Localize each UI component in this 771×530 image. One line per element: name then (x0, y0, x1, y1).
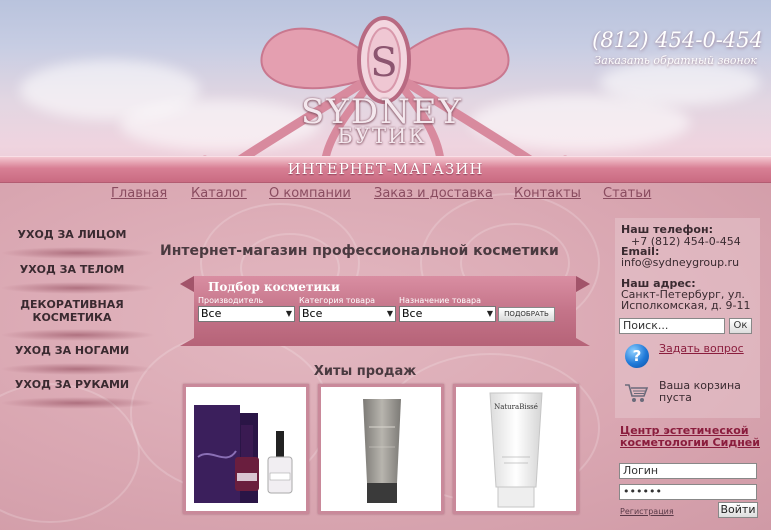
logo-subtitle: БУТИК (337, 124, 427, 148)
chevron-down-icon: ▼ (285, 309, 292, 318)
left-menu-feet[interactable]: УХОД ЗА НОГАМИ (8, 344, 136, 357)
pick-button[interactable]: ПОДОБРАТЬ (498, 307, 555, 322)
nail-polish-kit-image (194, 405, 293, 503)
page-title: Интернет-магазин профессиональной космет… (160, 243, 559, 259)
nav-about[interactable]: О компании (269, 186, 351, 201)
left-menu-hands[interactable]: УХОД ЗА РУКАМИ (8, 378, 136, 391)
login-input[interactable]: Логин (619, 463, 757, 479)
nav-contacts[interactable]: Контакты (514, 186, 581, 201)
category-select[interactable]: Все ▼ (299, 306, 396, 322)
cart-status: Ваша корзина пуста (659, 379, 741, 404)
filter-title: Подбор косметики (208, 280, 340, 294)
top-navigation: Главная Каталог О компании Заказ и доста… (100, 186, 670, 206)
callback-link[interactable]: Заказать обратный звонок (594, 54, 757, 67)
filter-label-manufacturer: Производитель (198, 296, 264, 305)
bestsellers-title: Хиты продаж (313, 364, 417, 379)
filter-panel: Подбор косметики Производитель Все ▼ Кат… (180, 276, 590, 346)
register-link[interactable]: Регистрация (620, 507, 674, 516)
left-menu-body[interactable]: УХОД ЗА ТЕЛОМ (8, 263, 136, 276)
manufacturer-select[interactable]: Все ▼ (198, 306, 295, 322)
password-input[interactable]: •••••• (619, 484, 757, 500)
search-input[interactable]: Поиск... (619, 318, 725, 334)
left-menu-face[interactable]: УХОД ЗА ЛИЦОМ (8, 228, 136, 241)
logo-letter: S (370, 40, 397, 86)
category-select-value: Все (302, 307, 323, 320)
left-menu-divider (0, 397, 155, 409)
filter-label-purpose: Назначение товара (399, 296, 481, 305)
purpose-select-value: Все (402, 307, 423, 320)
left-menu-divider (0, 363, 155, 375)
left-menu-divider (0, 282, 155, 294)
product-brand-label: NaturaBissé (494, 403, 538, 411)
nav-home[interactable]: Главная (111, 186, 167, 201)
nav-order-delivery[interactable]: Заказ и доставка (374, 186, 493, 201)
purpose-select[interactable]: Все ▼ (399, 306, 496, 322)
shopping-cart-icon[interactable] (623, 382, 649, 404)
left-menu-divider (0, 329, 155, 341)
ask-question-link[interactable]: Задать вопрос (659, 342, 744, 355)
email-value[interactable]: info@sydneygroup.ru (621, 256, 739, 269)
product-card[interactable] (318, 384, 444, 514)
question-icon[interactable]: ? (625, 344, 649, 368)
nav-catalog[interactable]: Каталог (191, 186, 247, 201)
chevron-down-icon: ▼ (486, 309, 493, 318)
product-card[interactable]: NaturaBissé (453, 384, 579, 514)
header-phone: (812) 454-0-454 (592, 28, 763, 52)
nav-articles[interactable]: Статьи (603, 186, 651, 201)
search-button[interactable]: Ок (729, 318, 752, 334)
shop-label: ИНТЕРНЕТ-МАГАЗИН (287, 160, 484, 178)
white-tube-image: NaturaBissé (489, 392, 543, 508)
left-menu-decorative[interactable]: ДЕКОРАТИВНАЯ КОСМЕТИКА (8, 298, 136, 324)
chevron-down-icon: ▼ (386, 309, 393, 318)
aesthetic-center-link[interactable]: Центр эстетической косметологии Сидней (620, 425, 760, 449)
left-menu-divider (0, 247, 155, 259)
product-card[interactable] (183, 384, 309, 514)
gray-tube-image (363, 399, 401, 503)
manufacturer-select-value: Все (201, 307, 222, 320)
login-button[interactable]: Войти (718, 502, 758, 518)
address-line-2: Исполкомская, д. 9-11 (621, 299, 751, 312)
filter-label-category: Категория товара (299, 296, 376, 305)
